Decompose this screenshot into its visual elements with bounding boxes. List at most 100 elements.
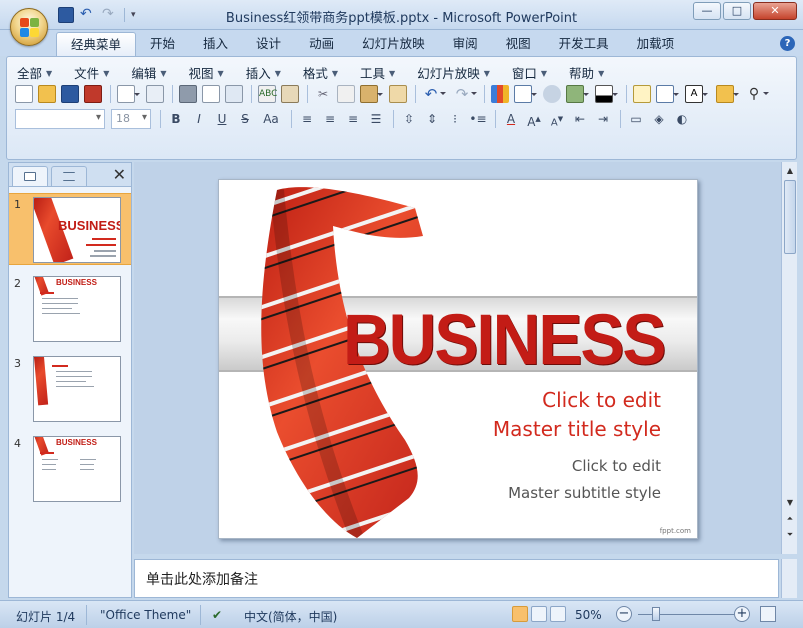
slide-thumbnail[interactable]: BUSINESS xyxy=(33,436,121,502)
slide-sorter-view-button[interactable] xyxy=(531,606,547,622)
scroll-up-icon[interactable]: ▲ xyxy=(783,164,797,178)
tab-view[interactable]: 视图 xyxy=(492,32,545,56)
menu-slide-show[interactable]: 幻灯片放映 ▼ xyxy=(417,63,490,82)
notes-pane[interactable]: 单击此处添加备注 xyxy=(134,559,779,598)
redo-icon[interactable]: ↷ xyxy=(453,85,477,103)
close-icon[interactable]: ✕ xyxy=(113,165,126,184)
numbering-icon[interactable]: ⁝ xyxy=(446,110,464,128)
scroll-down-icon[interactable]: ▼ xyxy=(783,496,797,510)
increase-indent-icon[interactable]: ⇥ xyxy=(594,110,612,128)
notes-scrollbar[interactable] xyxy=(781,559,797,598)
tab-classic-menu[interactable]: 经典菜单 xyxy=(56,32,137,56)
slide-canvas[interactable]: BUSINESS Click to edit Master title styl… xyxy=(218,179,698,539)
clip-art-icon[interactable] xyxy=(543,85,561,103)
tab-add-ins[interactable]: 加载项 xyxy=(623,32,689,56)
subtitle-placeholder[interactable]: Click to edit Master subtitle style xyxy=(508,453,661,507)
zoom-level[interactable]: 50% xyxy=(575,608,602,622)
tab-insert[interactable]: 插入 xyxy=(189,32,242,56)
spell-check-icon[interactable]: ✔ xyxy=(212,608,222,622)
title-placeholder[interactable]: Click to edit Master title style xyxy=(493,386,661,444)
arrange-icon[interactable]: ▭ xyxy=(627,110,645,128)
menu-format[interactable]: 格式 ▼ xyxy=(303,63,338,82)
new-slide-icon[interactable] xyxy=(633,85,651,103)
bullets-icon[interactable]: •≡ xyxy=(469,110,487,128)
slide-thumbnail[interactable]: BUSINESS xyxy=(33,276,121,342)
zoom-slider-handle[interactable] xyxy=(652,607,660,621)
font-name-combo[interactable] xyxy=(15,109,105,129)
help-icon[interactable]: ? xyxy=(780,36,795,51)
text-direction-icon[interactable]: ⇳ xyxy=(400,110,418,128)
slide-thumbnail[interactable] xyxy=(33,356,121,422)
zoom-out-button[interactable]: − xyxy=(616,606,632,622)
tab-home[interactable]: 开始 xyxy=(136,32,189,56)
shape-fill-icon[interactable]: ◐ xyxy=(673,110,691,128)
text-box-icon[interactable]: A xyxy=(685,85,708,103)
slide-thumbnail-row[interactable]: 1 BUSINESS xyxy=(9,193,131,265)
slide-thumbnail-row[interactable]: 2 BUSINESS xyxy=(9,273,131,345)
format-painter-icon[interactable] xyxy=(389,85,407,103)
copy-icon[interactable] xyxy=(337,85,355,103)
close-button[interactable]: ✕ xyxy=(753,2,797,20)
next-slide-icon[interactable]: ⏷ xyxy=(783,528,797,542)
shrink-font-icon[interactable]: A▼ xyxy=(548,110,566,128)
fit-to-window-icon[interactable] xyxy=(760,606,776,622)
print-preview-icon[interactable] xyxy=(202,85,220,103)
tab-slide-show[interactable]: 幻灯片放映 xyxy=(348,32,439,56)
paste-icon[interactable] xyxy=(360,85,383,103)
underline-button[interactable]: U xyxy=(213,110,231,128)
undo-icon[interactable]: ↶ xyxy=(422,85,446,103)
insert-table-icon[interactable] xyxy=(514,85,537,103)
tab-design[interactable]: 设计 xyxy=(242,32,295,56)
vertical-scrollbar[interactable]: ▲ ▼ ⏶ ⏷ xyxy=(781,162,797,554)
open-folder-icon[interactable] xyxy=(38,85,56,103)
decrease-indent-icon[interactable]: ⇤ xyxy=(571,110,589,128)
fill-color-icon[interactable] xyxy=(595,85,618,103)
menu-window[interactable]: 窗口 ▼ xyxy=(512,63,547,82)
print-icon[interactable] xyxy=(179,85,197,103)
tab-review[interactable]: 审阅 xyxy=(439,32,492,56)
zoom-in-button[interactable]: + xyxy=(734,606,750,622)
save-as-pdf-icon[interactable] xyxy=(117,85,140,103)
tab-outline[interactable] xyxy=(51,166,87,186)
research-icon[interactable] xyxy=(225,85,243,103)
language[interactable]: 中文(简体，中国) xyxy=(244,608,337,625)
justify-icon[interactable]: ☰ xyxy=(367,110,385,128)
menu-edit[interactable]: 编辑 ▼ xyxy=(131,63,166,82)
tab-developer[interactable]: 开发工具 xyxy=(545,32,623,56)
align-center-icon[interactable]: ≡ xyxy=(321,110,339,128)
minimize-button[interactable]: — xyxy=(693,2,721,20)
slide-thumbnail-row[interactable]: 4 BUSINESS xyxy=(9,433,131,505)
italic-button[interactable]: I xyxy=(190,110,208,128)
new-document-icon[interactable] xyxy=(15,85,33,103)
office-button[interactable] xyxy=(10,8,48,46)
bold-button[interactable]: B xyxy=(167,110,185,128)
menu-file[interactable]: 文件 ▼ xyxy=(74,63,109,82)
menu-insert[interactable]: 插入 ▼ xyxy=(246,63,281,82)
slide-thumbnail[interactable]: BUSINESS xyxy=(33,197,121,263)
quick-styles-icon[interactable]: ◈ xyxy=(650,110,668,128)
menu-help[interactable]: 帮助 ▼ xyxy=(569,63,604,82)
tab-slides[interactable] xyxy=(12,166,48,186)
grow-font-icon[interactable]: A▲ xyxy=(525,110,543,129)
insert-chart-icon[interactable] xyxy=(491,85,509,103)
permission-icon[interactable] xyxy=(84,85,102,103)
menu-all[interactable]: 全部 ▼ xyxy=(17,63,52,82)
save-icon[interactable] xyxy=(61,85,79,103)
zoom-icon[interactable]: ⚲ xyxy=(745,85,769,103)
font-color-icon[interactable]: A xyxy=(502,110,520,128)
normal-view-button[interactable] xyxy=(512,606,528,622)
scroll-thumb[interactable] xyxy=(784,180,796,254)
previous-slide-icon[interactable]: ⏶ xyxy=(783,512,797,526)
shapes-folder-icon[interactable] xyxy=(716,85,739,103)
font-size-combo[interactable]: 18 xyxy=(111,109,151,129)
attach-icon[interactable] xyxy=(146,85,164,103)
strikethrough-button[interactable]: S xyxy=(236,110,254,128)
change-case-button[interactable]: Aa xyxy=(259,110,283,128)
align-right-icon[interactable]: ≡ xyxy=(344,110,362,128)
tab-animations[interactable]: 动画 xyxy=(295,32,348,56)
slide-layout-icon[interactable] xyxy=(656,85,679,103)
insert-picture-icon[interactable] xyxy=(566,85,589,103)
slide-thumbnail-row[interactable]: 3 xyxy=(9,353,131,425)
align-text-icon[interactable]: ⇕ xyxy=(423,110,441,128)
thesaurus-icon[interactable] xyxy=(281,85,299,103)
